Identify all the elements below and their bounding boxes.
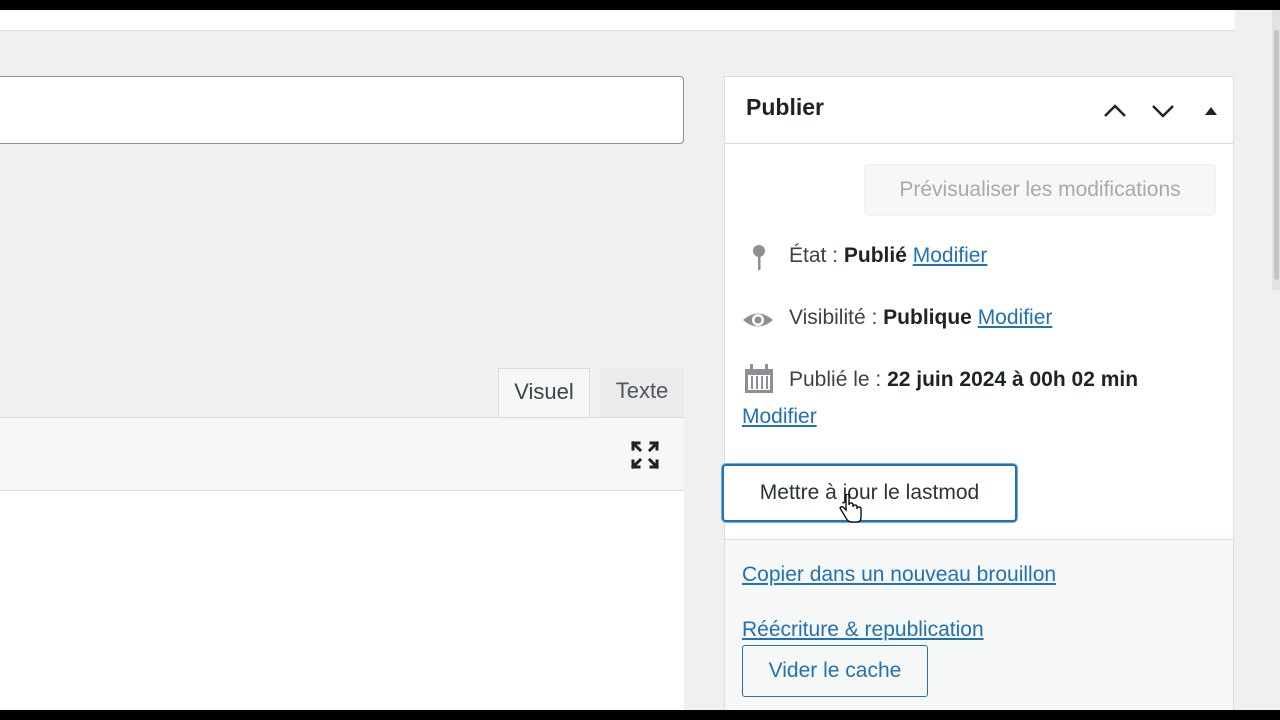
published-date-row: Publié le : 22 juin 2024 à 00h 02 min bbox=[789, 368, 1138, 392]
video-top-bar bbox=[0, 0, 1280, 10]
update-lastmod-button[interactable]: Mettre à jour le lastmod bbox=[722, 464, 1017, 522]
calendar-icon bbox=[745, 364, 773, 393]
published-value: 22 juin 2024 à 00h 02 min bbox=[887, 368, 1139, 391]
rewrite-republish-link[interactable]: Réécriture & republication bbox=[742, 618, 984, 642]
visibility-row: Visibilité : Publique Modifier bbox=[789, 306, 1052, 330]
status-value: Publié bbox=[843, 244, 907, 267]
tab-visual[interactable]: Visuel bbox=[498, 368, 590, 418]
editor-toolbar bbox=[0, 417, 684, 491]
page-scrollbar-thumb[interactable] bbox=[1274, 30, 1279, 280]
editor-content-area[interactable] bbox=[0, 491, 684, 710]
visibility-value: Publique bbox=[883, 306, 972, 329]
publish-title: Publier bbox=[746, 94, 824, 120]
preview-changes-button[interactable]: Prévisualiser les modifications bbox=[864, 164, 1216, 216]
top-panel-strip bbox=[0, 10, 1235, 31]
published-edit-link[interactable]: Modifier bbox=[742, 405, 817, 429]
pin-icon bbox=[753, 245, 765, 270]
status-edit-link[interactable]: Modifier bbox=[913, 244, 988, 267]
hand-cursor-icon bbox=[839, 494, 862, 523]
clear-cache-button[interactable]: Vider le cache bbox=[742, 645, 928, 697]
visibility-label: Visibilité : bbox=[789, 306, 878, 329]
tab-text[interactable]: Texte bbox=[600, 368, 684, 418]
video-bottom-bar bbox=[0, 710, 1280, 720]
copy-to-draft-link[interactable]: Copier dans un nouveau brouillon bbox=[742, 563, 1056, 587]
status-label: État : bbox=[789, 244, 839, 267]
chevron-down-icon[interactable] bbox=[1148, 96, 1178, 126]
fullscreen-icon[interactable] bbox=[628, 438, 662, 472]
eye-icon bbox=[743, 313, 773, 327]
chevron-up-icon[interactable] bbox=[1100, 96, 1130, 126]
triangle-up-icon[interactable] bbox=[1196, 96, 1226, 126]
post-title-input[interactable] bbox=[0, 76, 684, 144]
visibility-edit-link[interactable]: Modifier bbox=[978, 306, 1053, 329]
published-label: Publié le : bbox=[789, 368, 882, 391]
status-row: État : Publié Modifier bbox=[789, 244, 987, 268]
